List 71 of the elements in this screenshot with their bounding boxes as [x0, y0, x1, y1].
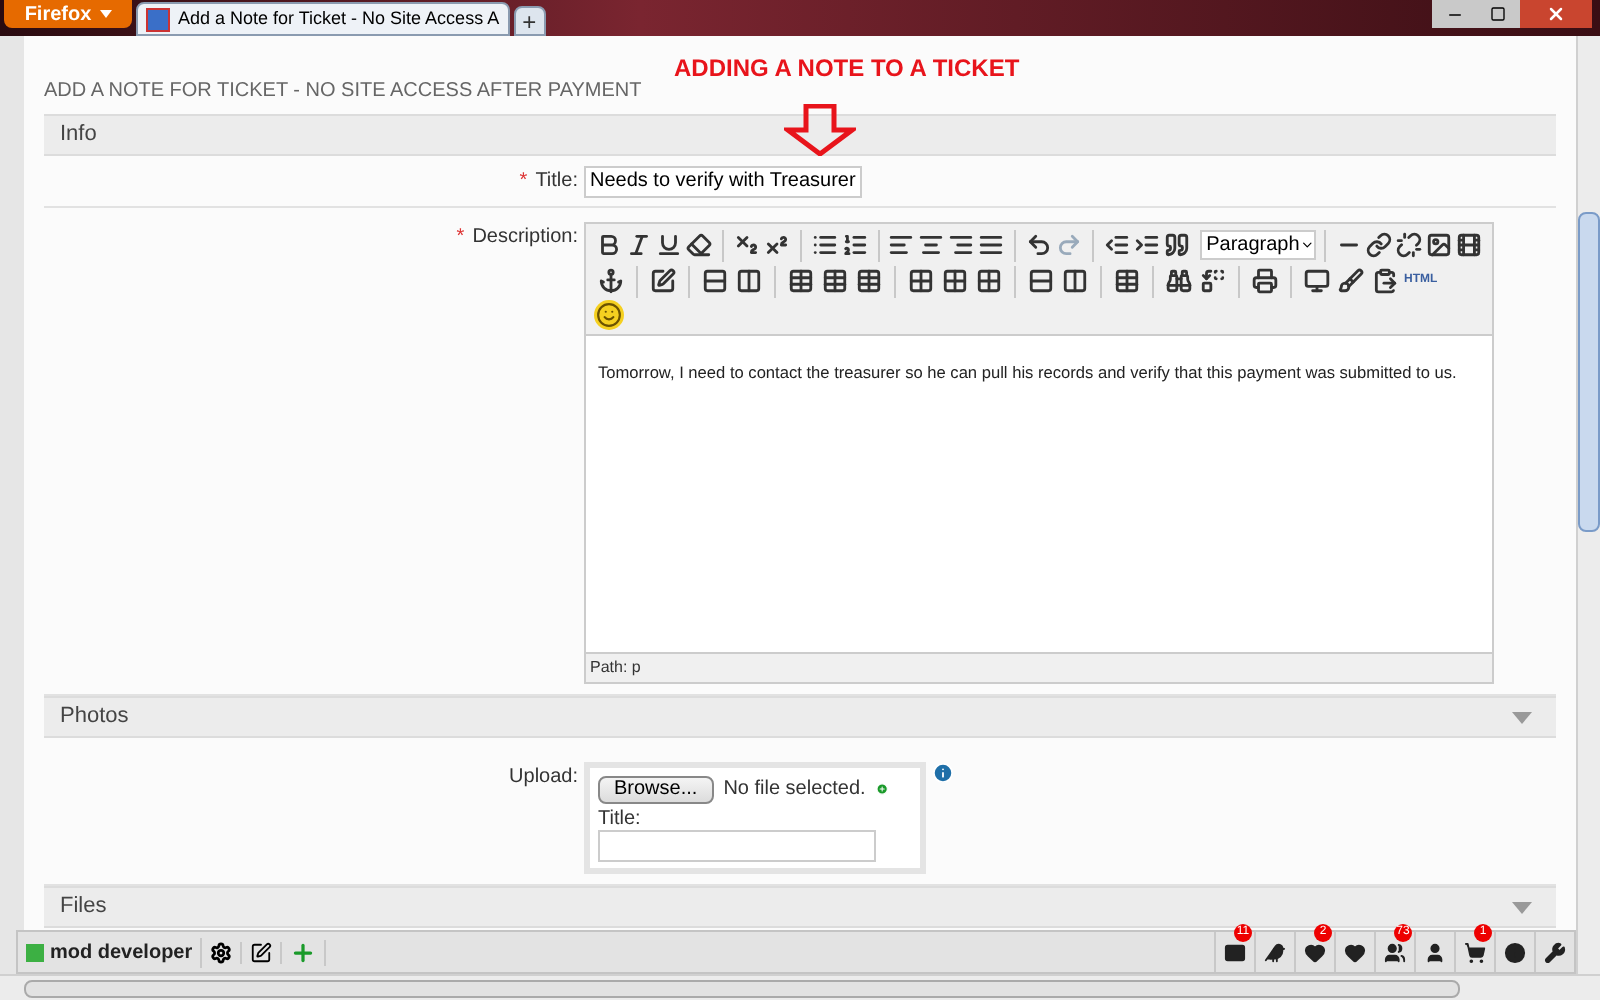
section-title: Info — [60, 120, 97, 151]
heart-icon — [1304, 941, 1326, 963]
field-label: Title: — [535, 168, 578, 196]
unlink-icon[interactable] — [1393, 228, 1424, 262]
table-columns-icon[interactable] — [1058, 264, 1092, 298]
field-label: Upload: — [509, 764, 578, 792]
bird-icon — [1264, 941, 1286, 963]
user-name[interactable]: mod developer — [50, 937, 203, 967]
film-icon[interactable] — [1453, 228, 1484, 262]
section-header[interactable]: Photos — [44, 696, 1556, 738]
scrollbar-thumb[interactable] — [24, 979, 1460, 997]
horizontal-scrollbar[interactable] — [0, 974, 1600, 1000]
format-dropdown[interactable]: Paragraph — [1200, 230, 1317, 260]
field-label: Title: — [598, 810, 643, 830]
table-delete-icon[interactable] — [852, 264, 886, 298]
scrollbar-thumb[interactable] — [1578, 212, 1600, 532]
print-icon[interactable] — [1248, 264, 1282, 298]
monitor-icon[interactable] — [1300, 264, 1334, 298]
editor-text-area[interactable]: Tomorrow, I need to contact the treasurer so he can pull his records and verify that this payment was submitted to us. — [586, 334, 1492, 654]
anchor-icon[interactable] — [594, 264, 628, 298]
close-button[interactable] — [1520, 0, 1592, 28]
favicon-icon — [146, 7, 170, 31]
brush-icon[interactable] — [1334, 264, 1368, 298]
required-mark: * — [519, 168, 528, 196]
annotation-arrow — [784, 104, 856, 156]
section-header[interactable]: Info — [44, 114, 1556, 156]
note-text: Tomorrow, I need to contact the treasurer so he can pull his records and verify that this payment was submitted to us. — [598, 362, 1457, 382]
browse-button[interactable]: Browse... — [598, 775, 714, 803]
vertical-scrollbar[interactable] — [1576, 36, 1600, 974]
heart-icon — [1344, 941, 1366, 963]
grid-icon[interactable] — [904, 264, 938, 298]
table-row-icon[interactable] — [784, 264, 818, 298]
replace-icon[interactable] — [1196, 264, 1230, 298]
quote-icon[interactable] — [1162, 228, 1193, 262]
cells-icon[interactable] — [938, 264, 972, 298]
maximize-icon — [1490, 6, 1506, 22]
status-square-icon — [26, 943, 44, 961]
add-icon[interactable] — [875, 778, 888, 800]
table-icon[interactable] — [1110, 264, 1144, 298]
title-input[interactable]: Needs to verify with Treasurer — [584, 165, 862, 197]
required-mark: * — [456, 224, 465, 252]
browser-tab[interactable]: Add a Note for Ticket - No Site Access A — [136, 2, 510, 36]
section-title: Files — [60, 892, 107, 923]
rows-icon[interactable] — [698, 264, 732, 298]
tab-title: Add a Note for Ticket - No Site Access A — [178, 5, 500, 32]
emoticon-icon[interactable] — [594, 300, 624, 330]
maximize-button[interactable] — [1476, 0, 1520, 28]
edit-icon[interactable] — [646, 264, 680, 298]
field-label: Description: — [472, 224, 578, 252]
link-icon[interactable] — [1363, 228, 1394, 262]
section-header[interactable]: Files — [44, 886, 1556, 928]
photo-title-input[interactable] — [598, 830, 876, 862]
table-col-icon[interactable] — [818, 264, 852, 298]
eraser-icon[interactable] — [683, 228, 714, 262]
cart-icon — [1464, 941, 1486, 963]
editor-path: Path: p — [590, 656, 641, 680]
users-icon — [1384, 941, 1406, 963]
close-icon — [1546, 4, 1566, 24]
new-tab-button[interactable]: + — [513, 6, 546, 36]
section-title: Photos — [60, 702, 129, 733]
image-icon[interactable] — [1423, 228, 1454, 262]
page-heading: ADD A NOTE FOR TICKET - NO SITE ACCESS AFTER PAYMENT — [44, 80, 642, 102]
user-icon — [1424, 941, 1446, 963]
file-status: No file selected. — [723, 776, 866, 804]
find-icon[interactable] — [1162, 264, 1196, 298]
merge-icon[interactable] — [972, 264, 1006, 298]
columns-icon[interactable] — [732, 264, 766, 298]
annotation-text: ADDING A NOTE TO A TICKET — [674, 52, 1020, 86]
table-rows-icon[interactable] — [1024, 264, 1058, 298]
caret-icon — [99, 10, 112, 18]
wrench-icon — [1544, 941, 1566, 963]
